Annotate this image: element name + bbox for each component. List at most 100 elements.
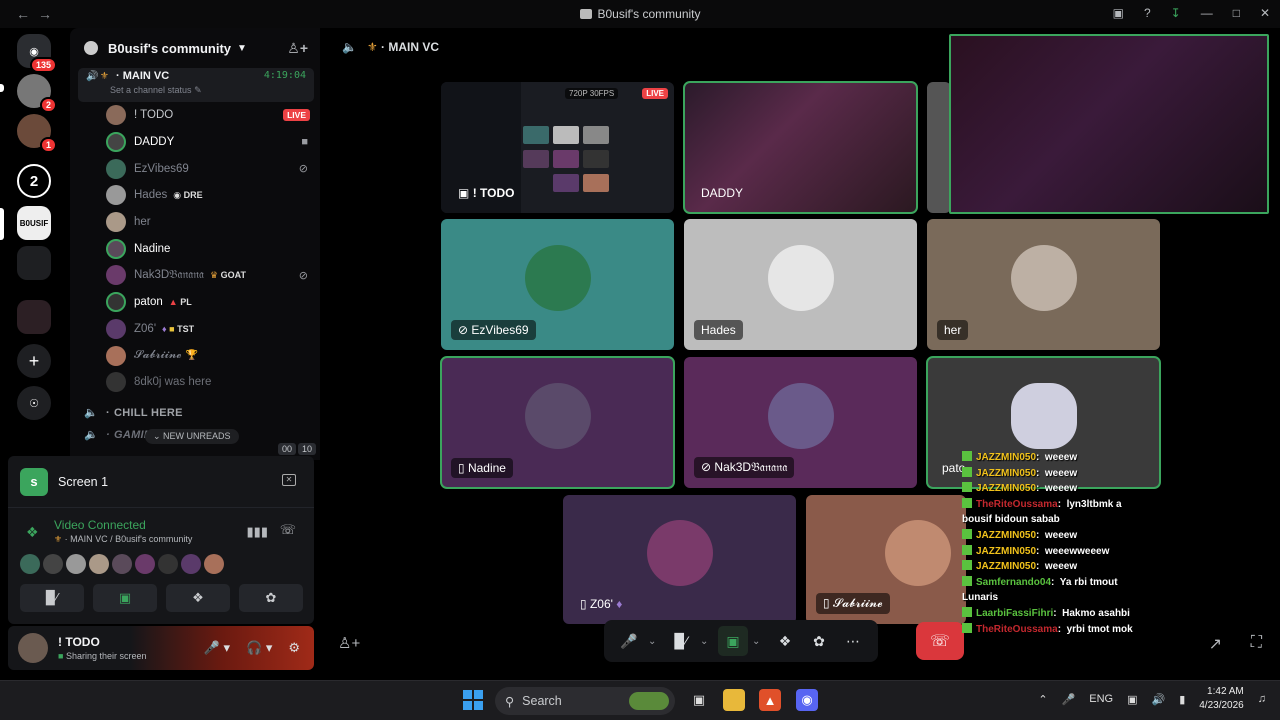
mic-muted-icon: ⊘	[298, 163, 308, 176]
camera-off-button[interactable]: ▉⁄	[20, 584, 84, 612]
member-sabriine[interactable]: 𝓢𝓪𝓫𝓻𝓲𝓲𝓷𝓮 🏆	[70, 342, 320, 369]
explore-icon[interactable]: ☉	[17, 386, 51, 420]
share-screen-icon[interactable]: ▣	[718, 626, 748, 656]
chat-user: JAZZMIN050	[976, 483, 1037, 495]
member-daddy[interactable]: DADDY ■	[70, 129, 320, 156]
fullscreen-icon[interactable]: ⛶	[1251, 634, 1262, 652]
member-nadine[interactable]: Nadine	[70, 235, 320, 262]
server-icon	[579, 9, 592, 19]
voice-location[interactable]: ⚜ · MAIN VC / B0usif's community	[54, 534, 192, 545]
tile-z06[interactable]: ▯ Z06' ♦	[563, 495, 796, 624]
tile-partial[interactable]	[927, 82, 951, 213]
member-naked[interactable]: Nak3D𝔅𝔞𝔫𝔞𝔫𝔞 ♛ GOAT ⊘	[70, 262, 320, 289]
chevron-down-icon[interactable]: ⌄	[700, 636, 714, 647]
file-explorer-icon[interactable]	[723, 689, 745, 711]
soundboard-icon[interactable]: ✿	[804, 626, 834, 656]
tile-nadine[interactable]: ▯ Nadine	[440, 356, 675, 489]
activities-icon[interactable]: ❖	[770, 626, 800, 656]
chevron-down-icon[interactable]: ⌄	[648, 636, 662, 647]
tile-naked[interactable]: ⊘ Nak3D𝔅𝔞𝔫𝔞𝔫𝔞	[684, 357, 917, 488]
battery-icon[interactable]: ▮	[1179, 693, 1185, 706]
help-icon[interactable]: ?	[1144, 6, 1151, 20]
new-unreads-button[interactable]: ⌄ NEW UNREADS	[145, 429, 239, 444]
close-icon[interactable]: ✕	[1260, 6, 1270, 20]
avatar[interactable]	[158, 554, 178, 574]
avatar[interactable]	[204, 554, 224, 574]
member-hades[interactable]: Hades ◉ DRE	[70, 182, 320, 209]
disconnect-icon[interactable]: ☏	[280, 522, 296, 538]
server-badge: 2	[39, 97, 57, 113]
tile-her[interactable]: her	[927, 219, 1160, 350]
discord-app-icon[interactable]: ◉	[796, 689, 818, 711]
server-b0usif[interactable]: B0USIF	[17, 206, 51, 240]
network-icon[interactable]: ▣	[1127, 693, 1137, 706]
avatar[interactable]	[20, 554, 40, 574]
server-4[interactable]: 2	[17, 164, 51, 198]
server-folder-2[interactable]	[17, 300, 51, 334]
notification-icon[interactable]: ♫	[1258, 693, 1266, 705]
channel-chill-here[interactable]: 🔈 · CHILL HERE	[70, 402, 320, 424]
avatar[interactable]	[112, 554, 132, 574]
member-her[interactable]: her	[70, 209, 320, 236]
download-icon[interactable]: ↧	[1171, 6, 1181, 20]
invite-to-voice-icon[interactable]: ♙+	[338, 634, 360, 652]
noise-suppression-icon[interactable]: ▮▮▮	[247, 524, 268, 540]
chevron-down-icon[interactable]: ⌄	[752, 636, 766, 647]
avatar[interactable]	[135, 554, 155, 574]
guild-header[interactable]: B0usif's community ▼ ♙+	[70, 28, 320, 68]
inbox-icon[interactable]: ▣	[1113, 6, 1124, 20]
gear-icon[interactable]: ⚙	[288, 640, 300, 656]
clock[interactable]: 1:42 AM 4/23/2026	[1199, 685, 1244, 713]
tile-sabriine[interactable]: ▯ 𝓢𝓪𝓫𝓻𝓲𝓲𝓷𝓮	[806, 495, 966, 624]
share-screen-button[interactable]: ▣	[93, 584, 157, 612]
member-z06[interactable]: Z06' ♦ ■ TST	[70, 316, 320, 343]
invite-icon[interactable]: ♙+	[287, 40, 308, 57]
taskbar-search[interactable]: ⚲ Search	[495, 687, 675, 715]
signal-icon[interactable]: ❖	[26, 524, 39, 541]
mic-icon[interactable]: 🎤	[614, 626, 644, 656]
minimize-icon[interactable]: —	[1201, 6, 1213, 20]
tile-hades[interactable]: Hades	[684, 219, 917, 350]
disconnect-call-button[interactable]: ☏	[916, 622, 964, 660]
tile-daddy[interactable]: DADDY	[683, 81, 918, 214]
avatar[interactable]	[181, 554, 201, 574]
member-name: her	[134, 216, 151, 229]
more-icon[interactable]: ⋯	[838, 626, 868, 656]
tile-todo-stream[interactable]: 720P 30FPS LIVE ▣ ! TODO	[441, 82, 674, 213]
server-folder[interactable]	[17, 246, 51, 280]
member-paton[interactable]: paton ▲ PL	[70, 289, 320, 316]
member-ezvibes[interactable]: EzVibes69 ⊘	[70, 155, 320, 182]
main-vc-channel[interactable]: 🔊 ⚜ · MAIN VC 4:19:04 Set a channel stat…	[78, 68, 314, 102]
camera-off-icon[interactable]: ▉⁄	[666, 626, 696, 656]
task-view-icon[interactable]: ▣	[688, 689, 710, 711]
soundboard-button[interactable]: ✿	[239, 584, 303, 612]
avatar[interactable]	[66, 554, 86, 574]
server-2[interactable]: 2	[17, 74, 57, 113]
avatar[interactable]	[18, 633, 48, 663]
channel-status[interactable]: Set a channel status ✎	[110, 85, 306, 96]
maximize-icon[interactable]: □	[1233, 6, 1240, 20]
brave-browser-icon[interactable]: ▲	[759, 689, 781, 711]
headphones-icon[interactable]: 🎧 ▾	[246, 640, 272, 656]
mic-tray-icon[interactable]: 🎤	[1062, 693, 1076, 706]
chat-message: Samfernando04: Ya rbi tmout Lunaris	[962, 575, 1118, 604]
home-dm-button[interactable]: ◉ 135	[17, 34, 57, 73]
add-server-button[interactable]: +	[17, 344, 51, 378]
member-todo[interactable]: ! TODO LIVE	[70, 102, 320, 129]
volume-icon[interactable]: 🔊	[1151, 693, 1165, 706]
avatar[interactable]	[89, 554, 109, 574]
popout-icon[interactable]: ↗	[1209, 634, 1222, 654]
avatar[interactable]	[43, 554, 63, 574]
activities-button[interactable]: ❖	[166, 584, 230, 612]
tile-ezvibes69[interactable]: ⊘ EzVibes69	[441, 219, 674, 350]
system-tray: ⌃ 🎤 ENG ▣ 🔊 ▮ 1:42 AM 4/23/2026 ♫	[1038, 685, 1266, 713]
language-indicator[interactable]: ENG	[1089, 693, 1113, 705]
chevron-up-icon[interactable]: ⌃	[1038, 693, 1047, 706]
chat-text: weeew	[1044, 561, 1078, 573]
window-title-text: B0usif's community	[597, 7, 701, 21]
mic-icon[interactable]: 🎤 ▾	[204, 640, 230, 656]
member-8dk0j[interactable]: 8dk0j was here	[70, 369, 320, 396]
windows-start-icon[interactable]	[463, 690, 483, 710]
server-3[interactable]: 1	[17, 114, 57, 153]
stop-stream-icon[interactable]: ✕	[282, 474, 296, 486]
